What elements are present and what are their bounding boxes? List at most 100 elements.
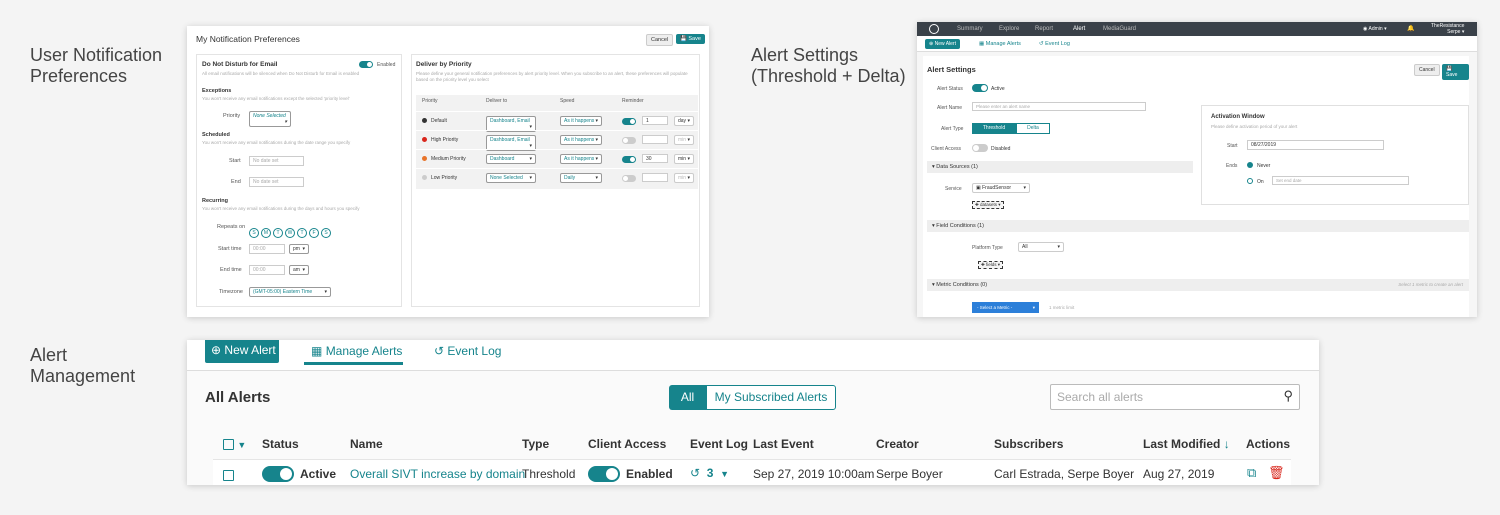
day-sat[interactable]: S [321,228,331,238]
new-alert-button-large[interactable]: ⊕ New Alert [205,340,279,363]
settings-cancel-button[interactable]: Cancel [1414,64,1440,76]
filter-all-button[interactable]: All [669,385,706,410]
never-radio[interactable] [1247,162,1253,168]
col-name[interactable]: Name [350,437,383,451]
col-last-event[interactable]: Last Event [753,437,814,451]
nav-alert[interactable]: Alert [1073,26,1085,32]
day-fri[interactable]: F [309,228,319,238]
timezone-select[interactable]: (GMT-05:00) Eastern Time ▾ [249,287,331,297]
reminder-number-input[interactable] [642,173,668,182]
col-client-access[interactable]: Client Access [588,437,666,451]
reminder-unit-select[interactable]: min ▾ [674,173,694,183]
field-conditions-title: ▾ Field Conditions (1) [932,223,984,229]
day-wed[interactable]: W [285,228,295,238]
metric-select[interactable]: - Select a Metric - ▾ [972,302,1039,313]
metric-conditions-header[interactable]: ▾ Metric Conditions (0) Select 1 metric … [927,279,1469,291]
row-status-toggle[interactable] [262,465,294,483]
trash-icon[interactable]: 🗑 [1268,465,1285,481]
col-creator[interactable]: Creator [876,437,919,451]
on-radio[interactable] [1247,178,1253,184]
day-tue[interactable]: T [273,228,283,238]
client-access-toggle[interactable] [972,144,988,152]
tab-event-log[interactable]: ↺ Event Log [1039,41,1070,47]
nav-summary[interactable]: Summary [957,26,983,32]
row-event-log[interactable]: ↺ 3 ▼ [690,466,729,480]
dnd-description: All email notifications will be silenced… [202,71,360,76]
deliver-to-select[interactable]: Dashboard ▾ [486,154,536,164]
all-alerts-title: All Alerts [205,389,271,406]
col-event-log[interactable]: Event Log [690,437,748,451]
account-menu[interactable]: TheResistance Serpe ▾ [1431,23,1464,35]
datasets-button[interactable]: ✚ datasets ▾ [972,201,1004,209]
field-conditions-header[interactable]: ▾ Field Conditions (1) [927,220,1469,232]
search-placeholder: Search all alerts [1057,390,1144,404]
admin-menu[interactable]: ◉ Admin ▾ [1363,26,1387,32]
bell-icon[interactable]: 🔔 [1407,25,1414,32]
save-button[interactable]: 💾 Save [676,34,705,44]
reminder-number-input[interactable]: 30 [642,154,668,163]
service-select[interactable]: ▣ FraudSensor ▾ [972,183,1030,193]
reminder-unit-select[interactable]: min ▾ [674,135,694,145]
start-time-input[interactable]: 00:00 [249,244,285,254]
row-client-toggle[interactable] [588,465,620,483]
day-mon[interactable]: M [261,228,271,238]
speed-select[interactable]: As it happens ▾ [560,135,602,145]
speed-select[interactable]: As it happens ▾ [560,154,602,164]
day-sun[interactable]: S [249,228,259,238]
on-label: On [1257,179,1264,185]
data-sources-header[interactable]: ▾ Data Sources (1) [927,161,1193,173]
aw-start-input[interactable]: 08/27/2019 [1247,140,1384,150]
tab-event-log-large[interactable]: ↺ Event Log [434,344,501,358]
nav-mediaguard[interactable]: MediaGuard [1103,26,1136,32]
table-row[interactable]: Active Overall SIVT increase by domain T… [213,459,1291,485]
nav-explore[interactable]: Explore [999,26,1019,32]
alert-name-input[interactable]: Please enter an alert name [972,102,1146,111]
speed-select[interactable]: As it happens ▾ [560,116,602,126]
col-subscribers[interactable]: Subscribers [994,437,1063,451]
select-all-checkbox[interactable]: ▼ [223,437,246,451]
aw-end-input[interactable]: Set end date [1272,176,1409,185]
nav-report[interactable]: Report [1035,26,1053,32]
filter-subscribed-button[interactable]: My Subscribed Alerts [706,385,836,410]
reminder-toggle[interactable] [622,118,636,125]
dnd-toggle[interactable] [359,61,373,68]
priority-select[interactable]: None Selected ▾ [249,111,291,127]
reminder-toggle[interactable] [622,156,636,163]
settings-save-label: Save [1446,72,1458,78]
alert-settings-panel: Summary Explore Report Alert MediaGuard … [917,22,1477,317]
row-creator: Serpe Boyer [876,467,943,481]
reminder-unit-select[interactable]: day ▾ [674,116,694,126]
search-input[interactable]: Search all alerts ⚲ [1050,384,1300,410]
type-delta-button[interactable]: Delta [1016,123,1050,134]
status-toggle[interactable] [972,84,988,92]
reminder-number-input[interactable]: 1 [642,116,668,125]
start-date-input[interactable]: No date set [249,156,304,166]
end-ampm-select[interactable]: am ▾ [289,265,309,275]
speed-select[interactable]: Daily ▾ [560,173,602,183]
tab-manage-alerts[interactable]: ▦ Manage Alerts [979,41,1021,47]
fields-button[interactable]: ✚ fields ▾ [978,261,1004,269]
row-checkbox[interactable] [223,467,234,485]
reminder-unit-select[interactable]: min ▾ [674,154,694,164]
reminder-toggle[interactable] [622,175,636,182]
copy-icon[interactable]: ⧉ [1247,465,1256,481]
end-date-input[interactable]: No date set [249,177,304,187]
new-alert-button[interactable]: ⊕ New Alert [925,39,960,49]
settings-save-button[interactable]: 💾 Save [1442,64,1469,80]
caret-down-icon: ▾ [1023,185,1026,191]
tab-manage-alerts-large[interactable]: ▦ Manage Alerts [311,344,402,358]
platform-type-select[interactable]: All ▾ [1018,242,1064,252]
reminder-number-input[interactable] [642,135,668,144]
row-alert-name-link[interactable]: Overall SIVT increase by domain [350,467,525,481]
reminder-toggle[interactable] [622,137,636,144]
deliver-to-select[interactable]: None Selected ▾ [486,173,536,183]
start-ampm-select[interactable]: pm ▾ [289,244,309,254]
search-icon[interactable]: ⚲ [1283,388,1293,404]
col-last-modified[interactable]: Last Modified ↓ [1143,437,1230,451]
col-type[interactable]: Type [522,437,549,451]
cancel-button[interactable]: Cancel [646,34,674,46]
day-thu[interactable]: T [297,228,307,238]
col-status[interactable]: Status [262,437,299,451]
end-time-input[interactable]: 00:00 [249,265,285,275]
type-threshold-button[interactable]: Threshold [972,123,1016,134]
